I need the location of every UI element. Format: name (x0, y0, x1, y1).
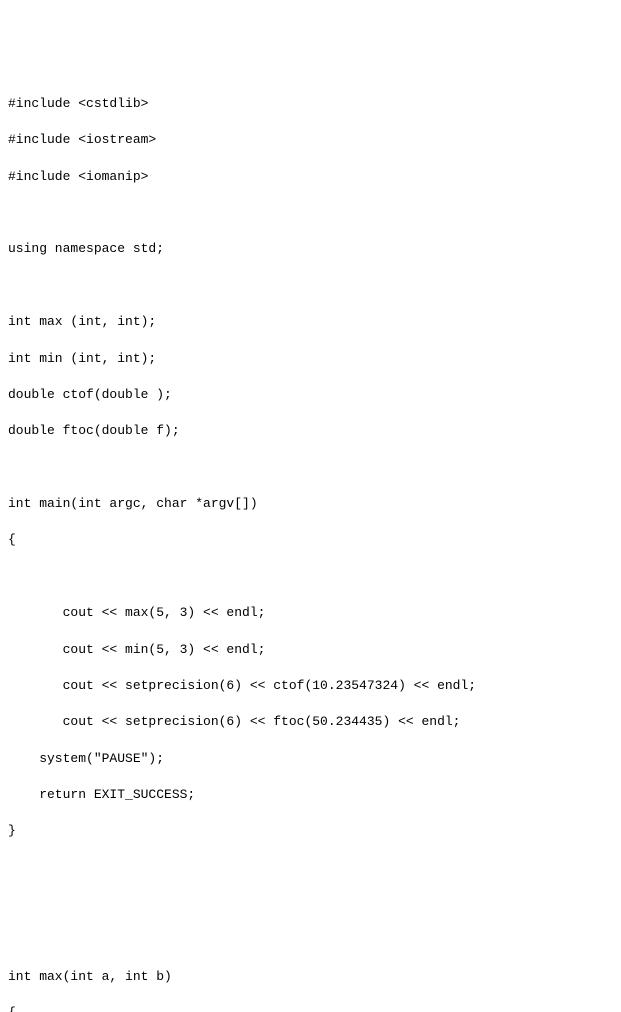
code-line (8, 277, 613, 295)
code-line: } (8, 822, 613, 840)
code-line: #include <iostream> (8, 131, 613, 149)
code-line: cout << setprecision(6) << ftoc(50.23443… (8, 713, 613, 731)
code-line: cout << setprecision(6) << ctof(10.23547… (8, 677, 613, 695)
code-line (8, 859, 613, 877)
code-line: int max(int a, int b) (8, 968, 613, 986)
code-line: double ctof(double ); (8, 386, 613, 404)
code-line: { (8, 1004, 613, 1012)
code-block: #include <cstdlib> #include <iostream> #… (8, 77, 613, 1012)
code-line (8, 459, 613, 477)
code-line: int main(int argc, char *argv[]) (8, 495, 613, 513)
code-line: cout << min(5, 3) << endl; (8, 641, 613, 659)
code-line: #include <cstdlib> (8, 95, 613, 113)
code-line: { (8, 531, 613, 549)
code-line: system("PAUSE"); (8, 750, 613, 768)
code-line (8, 204, 613, 222)
code-line (8, 568, 613, 586)
code-line: double ftoc(double f); (8, 422, 613, 440)
code-line (8, 932, 613, 950)
code-line (8, 895, 613, 913)
code-line: using namespace std; (8, 240, 613, 258)
code-line: int max (int, int); (8, 313, 613, 331)
code-line: cout << max(5, 3) << endl; (8, 604, 613, 622)
code-line: return EXIT_SUCCESS; (8, 786, 613, 804)
code-line: #include <iomanip> (8, 168, 613, 186)
code-line: int min (int, int); (8, 350, 613, 368)
